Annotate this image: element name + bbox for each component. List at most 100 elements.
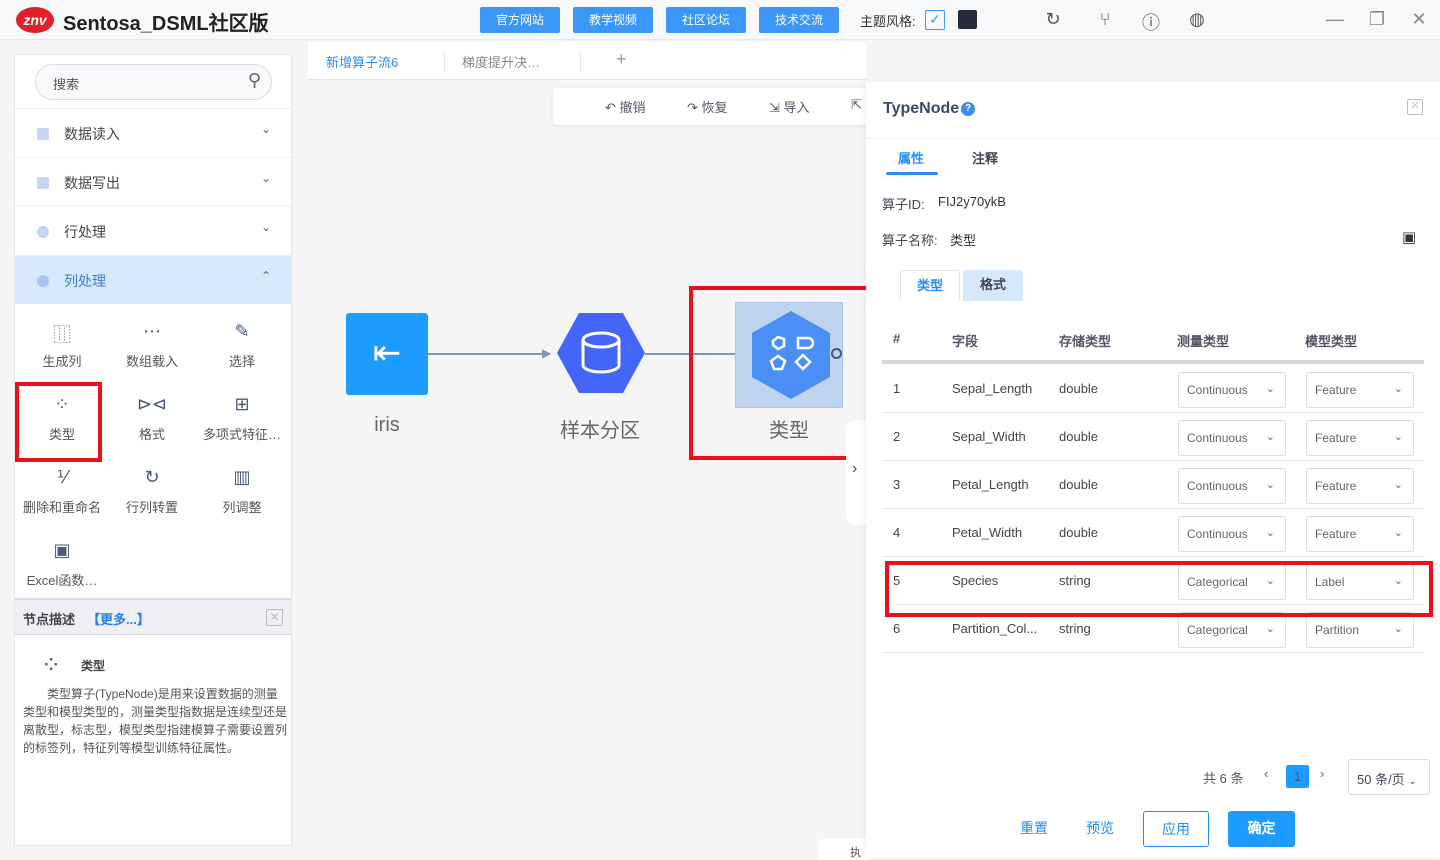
node-description-header: 节点描述 【更多...】 ✕ [15, 598, 291, 635]
help-icon[interactable]: ? [961, 102, 975, 116]
measure-type-value: Categorical [1187, 623, 1248, 637]
ok-button[interactable]: 确定 [1228, 811, 1295, 847]
measure-type-value: Continuous [1187, 383, 1248, 397]
measure-type-select[interactable]: Categorical ⌄ [1178, 612, 1286, 648]
tab-flow-6[interactable]: 新增算子流6 [326, 52, 398, 71]
tool-column-adjust[interactable]: ▥ 列调整 [197, 467, 287, 516]
subtab-format[interactable]: 格式 [963, 270, 1023, 301]
desc-text: 类型算子(TypeNode)是用来设置数据的测量类型和模型类型的，测量类型指数据… [23, 687, 288, 755]
chevron-down-icon: ⌄ [1265, 623, 1275, 635]
prev-page-button[interactable]: ‹ [1264, 766, 1268, 781]
measure-type-select[interactable]: Continuous ⌄ [1178, 516, 1286, 552]
help-icon[interactable]: ⓘ [1140, 9, 1162, 35]
model-type-select[interactable]: Feature ⌄ [1306, 420, 1414, 456]
node-partition[interactable] [557, 313, 645, 393]
close-icon[interactable]: ✕ [266, 609, 283, 626]
tool-label: 列调整 [222, 500, 262, 515]
category-column-processing[interactable]: 列处理 ⌃ [15, 255, 291, 304]
chevron-down-icon: ⌄ [260, 171, 271, 185]
tool-array-load[interactable]: ⋯ 数组载入 [107, 321, 197, 370]
subtab-type[interactable]: 类型 [900, 270, 960, 301]
category-data-input[interactable]: 数据读入 ⌄ [15, 108, 291, 157]
chevron-down-icon: ⌄ [1393, 623, 1403, 635]
storage-type: double [1059, 477, 1099, 492]
excel-icon: ▣ [53, 540, 71, 560]
chevron-down-icon: ⌄ [1408, 776, 1417, 787]
page-1-button[interactable]: 1 [1286, 765, 1309, 788]
operator-name-label: 算子名称: [882, 233, 938, 248]
measure-type-select[interactable]: Continuous ⌄ [1178, 420, 1286, 456]
model-type-select[interactable]: Feature ⌄ [1306, 468, 1414, 504]
official-site-button[interactable]: 官方网站 [480, 7, 560, 33]
category-label: 数据写出 [64, 175, 120, 191]
chevron-down-icon: ⌄ [260, 122, 271, 136]
tab-notes[interactable]: 注释 [972, 148, 998, 167]
category-data-output[interactable]: 数据写出 ⌄ [15, 157, 291, 206]
restore-button[interactable]: ❐ [1366, 9, 1388, 30]
measure-type-value: Continuous [1187, 479, 1248, 493]
redo-icon: ↷ [687, 100, 698, 115]
theme-light-checkbox[interactable]: ✓ [925, 10, 945, 30]
branch-icon[interactable]: ⑂ [1094, 9, 1116, 30]
tool-transpose[interactable]: ↻ 行列转置 [107, 467, 197, 516]
edit-name-icon[interactable]: ▣ [1402, 228, 1416, 246]
measure-type-value: Continuous [1187, 431, 1248, 445]
apply-button[interactable]: 应用 [1143, 811, 1209, 847]
category-label: 列处理 [64, 273, 106, 289]
reset-button[interactable]: 重置 [1014, 811, 1054, 847]
minimize-button[interactable]: — [1324, 9, 1346, 30]
model-type-select[interactable]: Partition ⌄ [1306, 612, 1414, 648]
more-link[interactable]: 【更多...】 [87, 609, 150, 628]
tech-exchange-button[interactable]: 技术交流 [759, 7, 839, 33]
refresh-icon[interactable]: ↻ [1042, 9, 1064, 30]
tool-generate-column[interactable]: ⿲生成列 [17, 321, 107, 370]
select-icon: ✎ [234, 321, 250, 341]
undo-icon: ↶ [605, 100, 616, 115]
redo-label: 恢复 [701, 100, 728, 115]
import-icon: ⇲ [769, 100, 780, 115]
close-panel-button[interactable]: ✕ [1407, 99, 1423, 115]
category-icon [37, 275, 49, 287]
row-index: 6 [893, 621, 901, 636]
category-row-processing[interactable]: 行处理 ⌄ [15, 206, 291, 255]
node-iris[interactable]: ⇤ [346, 313, 428, 395]
forum-button[interactable]: 社区论坛 [666, 7, 746, 33]
category-icon [37, 128, 49, 140]
chevron-right-icon: › [852, 460, 858, 477]
storage-type: string [1059, 621, 1091, 636]
tool-delete-rename[interactable]: ⅟ 删除和重命名 [17, 467, 107, 516]
measure-type-select[interactable]: Continuous ⌄ [1178, 372, 1286, 408]
model-type-select[interactable]: Feature ⌄ [1306, 516, 1414, 552]
add-tab-button[interactable]: + [616, 49, 627, 70]
tool-excel-function[interactable]: ▣ Excel函数… [17, 540, 107, 589]
tool-label: 行列转置 [125, 500, 178, 515]
theme-dark-swatch[interactable] [958, 10, 977, 29]
run-tab[interactable]: 执 [818, 838, 868, 860]
operator-name-value[interactable]: 类型 [950, 230, 976, 249]
tab-properties[interactable]: 属性 [898, 148, 924, 167]
undo-button[interactable]: ↶ 撤销 [605, 97, 646, 116]
panel-collapse-tab[interactable]: › [846, 420, 868, 525]
table-row: 2 Sepal_Width double Continuous ⌄ Feature ⌄ [882, 413, 1424, 461]
measure-type-select[interactable]: Continuous ⌄ [1178, 468, 1286, 504]
globe-icon[interactable]: ◍ [1186, 9, 1208, 30]
close-button[interactable]: ✕ [1408, 9, 1430, 30]
array-load-icon: ⋯ [143, 321, 161, 341]
storage-type: double [1059, 525, 1099, 540]
model-type-select[interactable]: Feature ⌄ [1306, 372, 1414, 408]
export-icon[interactable]: ⇱ [851, 97, 862, 113]
tool-format[interactable]: ⊳⊲ 格式 [107, 394, 197, 443]
tab-gbdt[interactable]: 梯度提升决… [462, 52, 540, 71]
preview-button[interactable]: 预览 [1080, 811, 1120, 847]
next-page-button[interactable]: › [1320, 766, 1324, 781]
redo-button[interactable]: ↷ 恢复 [687, 97, 728, 116]
search-input[interactable]: 搜索 ⚲ [35, 64, 272, 100]
page-size-select[interactable]: 50 条/页 ⌄ [1348, 759, 1430, 795]
import-button[interactable]: ⇲ 导入 [769, 97, 810, 116]
tool-select[interactable]: ✎ 选择 [197, 321, 287, 370]
search-icon[interactable]: ⚲ [248, 70, 261, 91]
field-name: Petal_Length [952, 477, 1029, 492]
tutorial-video-button[interactable]: 教学视频 [573, 7, 653, 33]
tool-polynomial-feature[interactable]: ⊞ 多项式特征… [197, 394, 287, 443]
app-title: Sentosa_DSML社区版 [63, 13, 269, 35]
